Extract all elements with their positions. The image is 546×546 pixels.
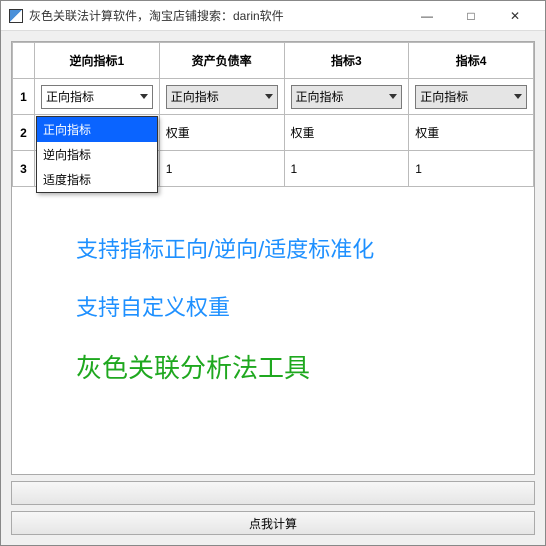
calculate-button[interactable]: 点我计算	[11, 511, 535, 535]
indicator-type-combo[interactable]: 正向指标	[291, 85, 403, 109]
promo-line-3: 灰色关联分析法工具	[76, 348, 374, 385]
cell-3-3[interactable]: 1	[284, 151, 409, 187]
combo-value: 正向指标	[46, 88, 94, 105]
dropdown-option[interactable]: 适度指标	[37, 167, 157, 192]
app-window: 灰色关联法计算软件，淘宝店铺搜索：darin软件 — □ ✕ 逆向指标1 资产负…	[0, 0, 546, 546]
dropdown-option[interactable]: 正向指标	[37, 117, 157, 142]
cell-2-2[interactable]: 权重	[159, 115, 284, 151]
app-icon	[9, 9, 23, 23]
chevron-down-icon	[514, 94, 522, 99]
indicator-type-combo[interactable]: 正向指标	[166, 85, 278, 109]
chevron-down-icon	[140, 94, 148, 99]
dropdown-option[interactable]: 逆向指标	[37, 142, 157, 167]
cell-1-1[interactable]: 正向指标	[35, 79, 160, 115]
col-header-3[interactable]: 指标3	[284, 43, 409, 79]
corner-cell	[13, 43, 35, 79]
cell-2-3[interactable]: 权重	[284, 115, 409, 151]
col-header-2[interactable]: 资产负债率	[159, 43, 284, 79]
cell-2-4[interactable]: 权重	[409, 115, 534, 151]
titlebar[interactable]: 灰色关联法计算软件，淘宝店铺搜索：darin软件 — □ ✕	[1, 1, 545, 31]
cell-3-2[interactable]: 1	[159, 151, 284, 187]
promo-line-2: 支持自定义权重	[76, 290, 374, 322]
maximize-button[interactable]: □	[449, 2, 493, 30]
indicator-type-combo[interactable]: 正向指标	[415, 85, 527, 109]
combo-value: 正向指标	[296, 88, 344, 105]
promo-text-block: 支持指标正向/逆向/适度标准化 支持自定义权重 灰色关联分析法工具	[76, 232, 374, 411]
combo-value: 正向指标	[420, 88, 468, 105]
indicator-type-combo[interactable]: 正向指标	[41, 85, 153, 109]
window-controls: — □ ✕	[405, 2, 537, 30]
combo-value: 正向指标	[171, 88, 219, 105]
row-header-3[interactable]: 3	[13, 151, 35, 187]
data-grid: 逆向指标1 资产负债率 指标3 指标4 1 正向指标	[11, 41, 535, 475]
row-header-2[interactable]: 2	[13, 115, 35, 151]
chevron-down-icon	[265, 94, 273, 99]
cell-1-4[interactable]: 正向指标	[409, 79, 534, 115]
window-title: 灰色关联法计算软件，淘宝店铺搜索：darin软件	[29, 7, 405, 24]
col-header-1[interactable]: 逆向指标1	[35, 43, 160, 79]
combo-dropdown[interactable]: 正向指标 逆向指标 适度指标	[36, 116, 158, 193]
cell-3-4[interactable]: 1	[409, 151, 534, 187]
content-area: 逆向指标1 资产负债率 指标3 指标4 1 正向指标	[1, 31, 545, 545]
row-header-1[interactable]: 1	[13, 79, 35, 115]
chevron-down-icon	[389, 94, 397, 99]
blank-button[interactable]	[11, 481, 535, 505]
cell-1-2[interactable]: 正向指标	[159, 79, 284, 115]
close-button[interactable]: ✕	[493, 2, 537, 30]
cell-1-3[interactable]: 正向指标	[284, 79, 409, 115]
col-header-4[interactable]: 指标4	[409, 43, 534, 79]
minimize-button[interactable]: —	[405, 2, 449, 30]
promo-line-1: 支持指标正向/逆向/适度标准化	[76, 232, 374, 264]
